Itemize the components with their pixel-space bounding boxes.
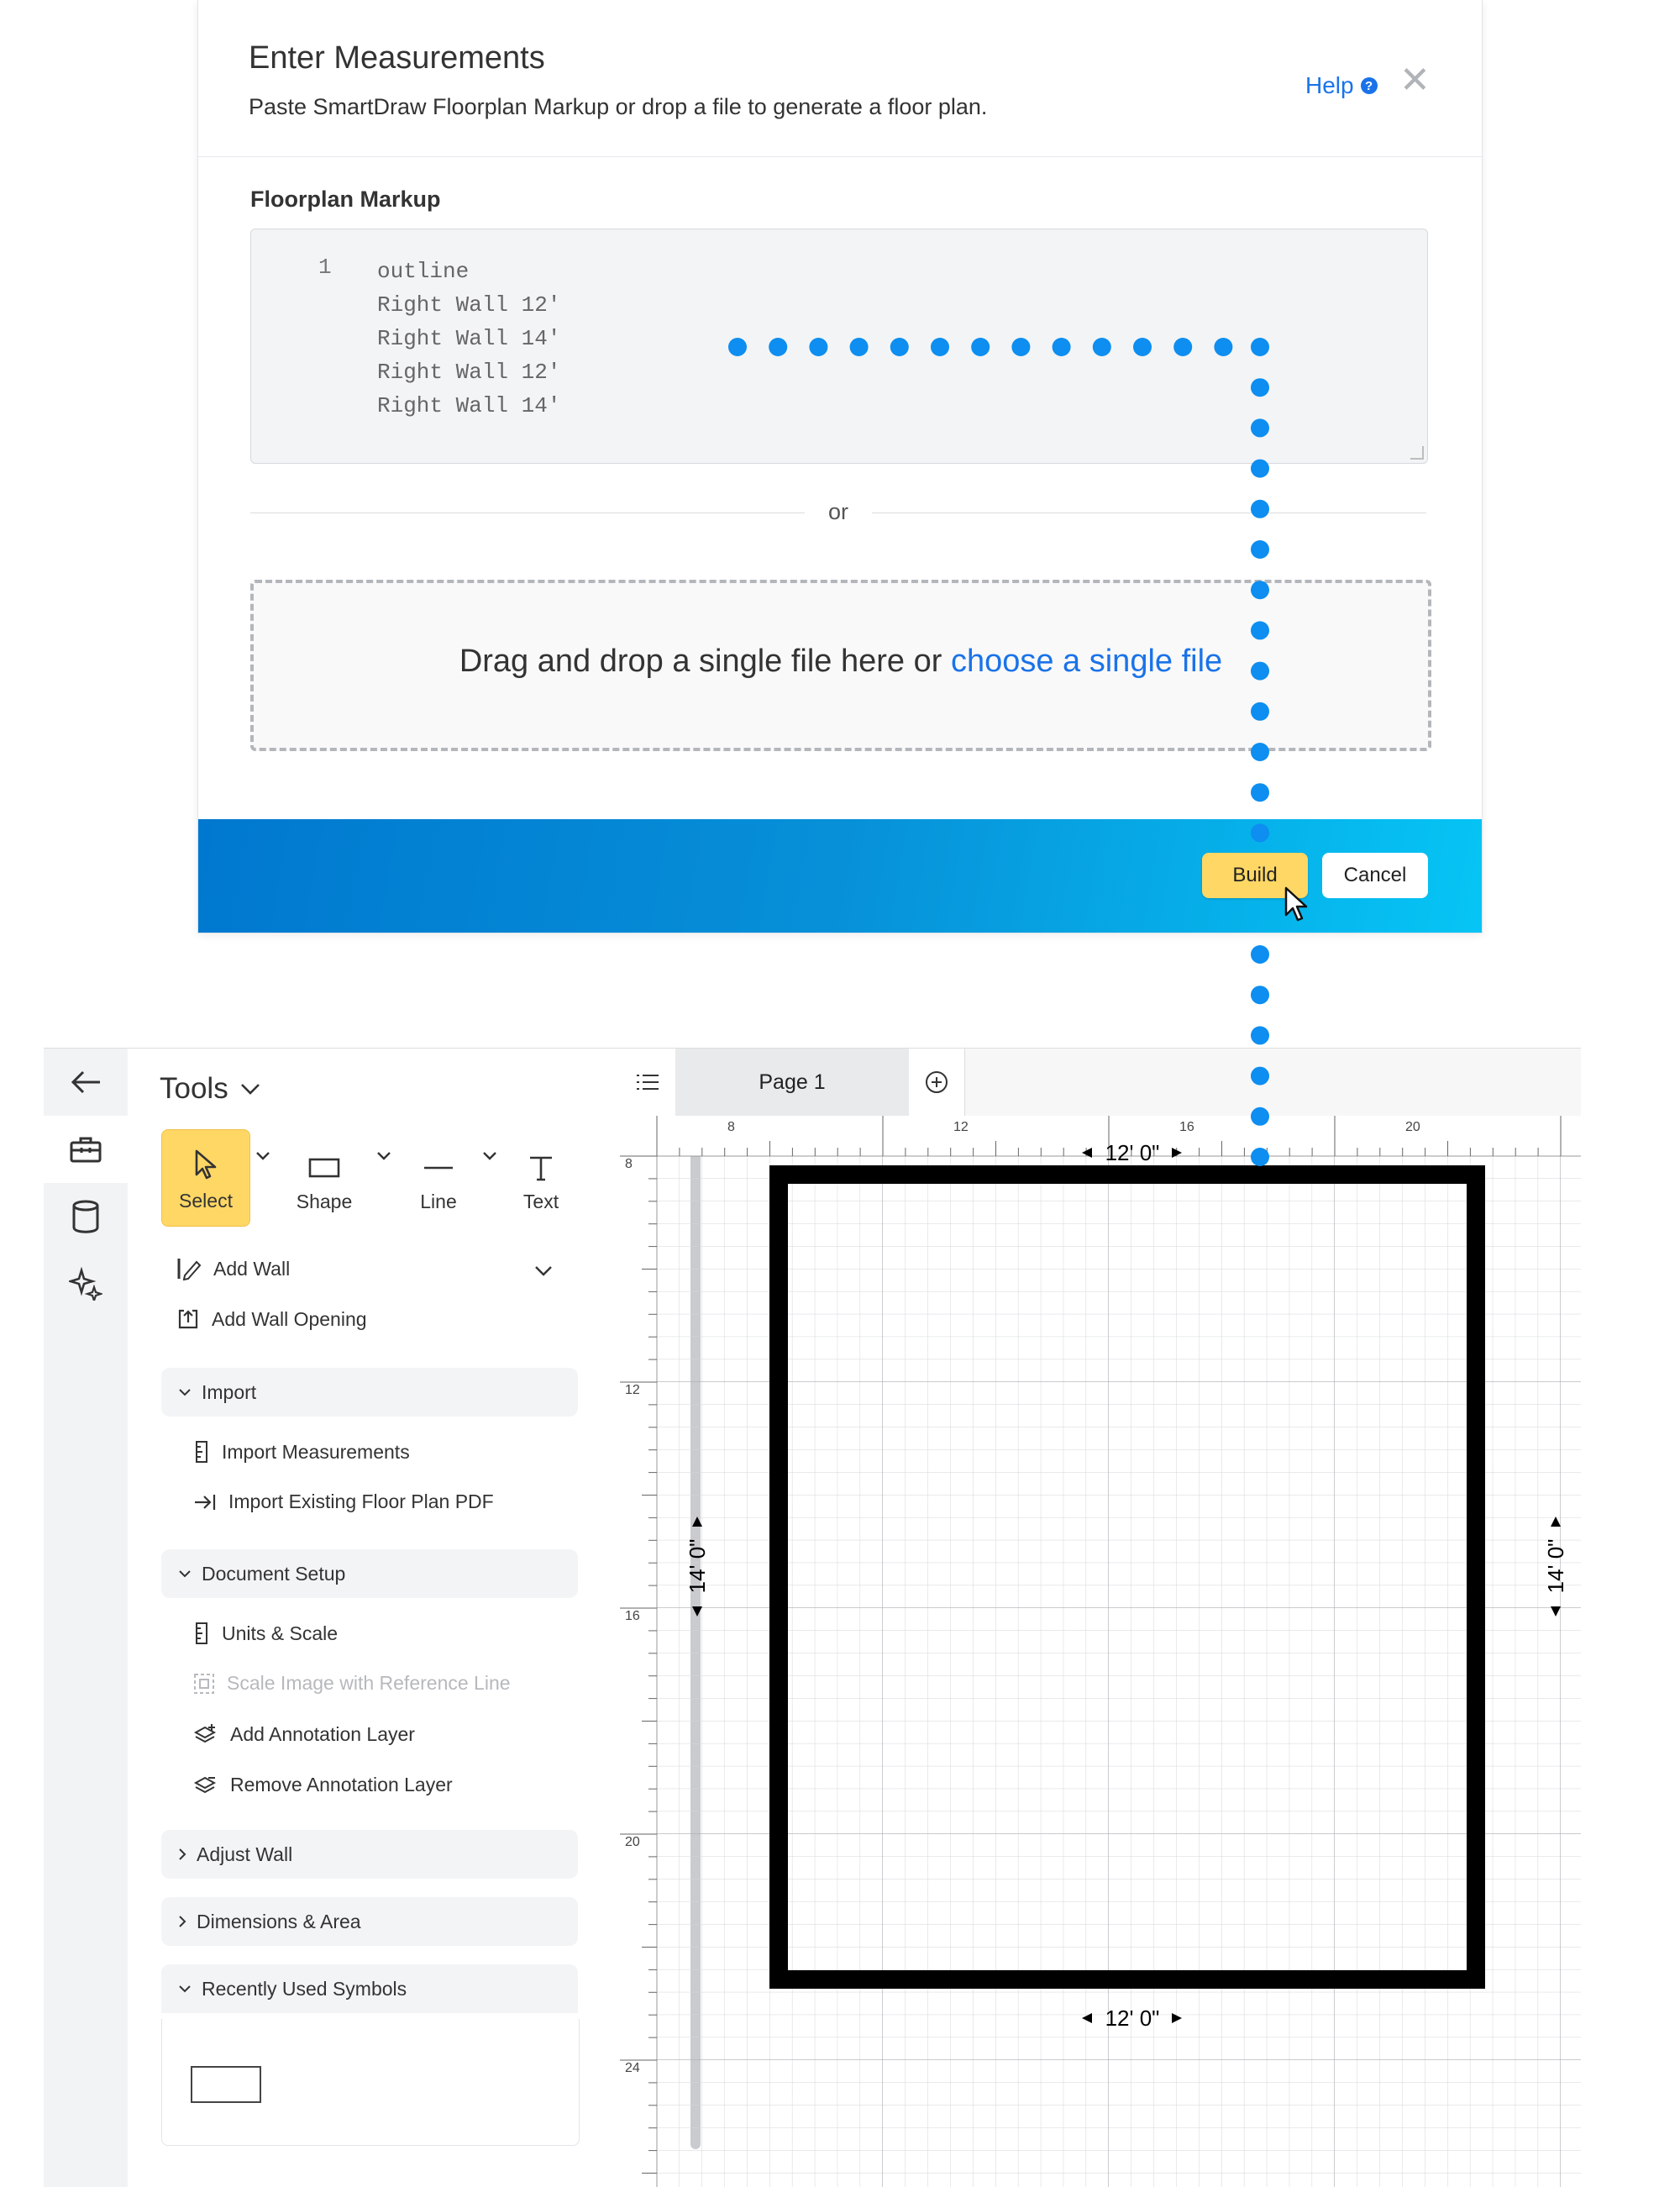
connector-dot — [1052, 338, 1071, 356]
connector-dot — [1173, 338, 1193, 356]
connector-dot — [1251, 945, 1269, 964]
connector-dot — [1251, 621, 1269, 640]
connector-dot — [1092, 338, 1111, 356]
connector-dot — [1251, 986, 1269, 1005]
connector-dot — [1133, 338, 1152, 356]
connector-dot — [1251, 338, 1269, 356]
connector-dot — [890, 338, 909, 356]
connector-dot — [931, 338, 949, 356]
connector-dot — [1251, 378, 1269, 397]
connector-dot — [809, 338, 828, 356]
connector-dot — [1251, 1148, 1269, 1166]
connector-dot — [1251, 661, 1269, 681]
connector-dot — [1251, 1066, 1269, 1086]
connector-dot — [1251, 1026, 1269, 1045]
connector-dot — [849, 338, 869, 356]
connector-dot — [1214, 338, 1233, 356]
connector-dot — [1251, 418, 1269, 438]
connector-dot — [971, 338, 990, 356]
connector-dot — [1251, 702, 1269, 721]
connector-dot — [1011, 338, 1031, 356]
connector-dot — [769, 338, 788, 356]
connector-dot — [1251, 1107, 1269, 1126]
connector-dot — [1251, 540, 1269, 559]
connector-dot — [1251, 581, 1269, 600]
connector-dot — [728, 338, 747, 356]
connector-dot — [1251, 499, 1269, 518]
connector-dot — [1251, 783, 1269, 802]
connector-dot — [1251, 823, 1269, 843]
connector-dot — [1251, 743, 1269, 761]
connector-dot — [1251, 459, 1269, 478]
dotted-connector — [728, 338, 1269, 1166]
